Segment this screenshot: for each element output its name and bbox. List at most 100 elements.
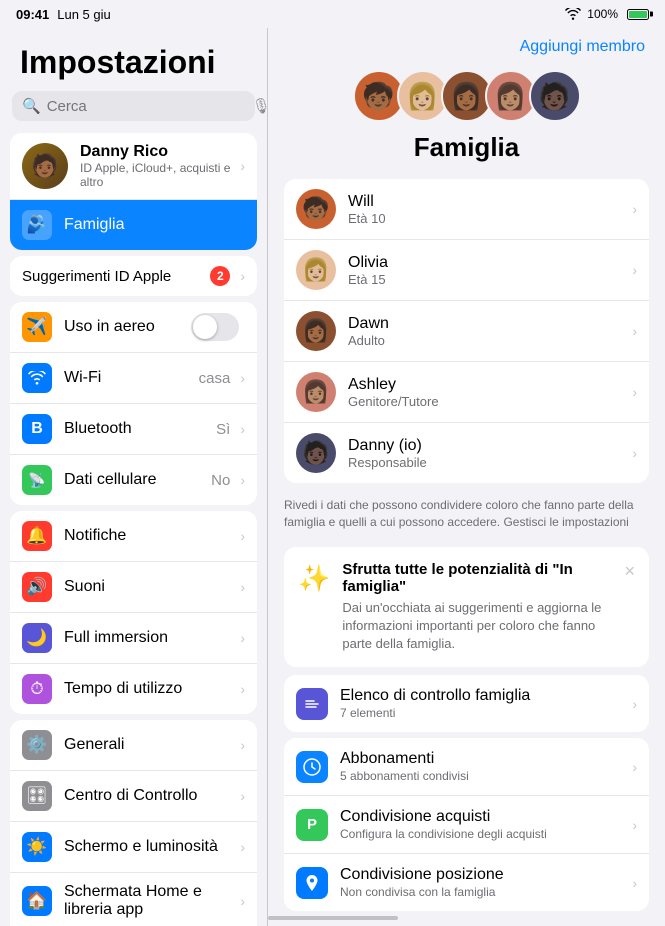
battery-icon xyxy=(627,9,649,20)
location-sharing-icon xyxy=(296,867,328,899)
bluetooth-item[interactable]: B Bluetooth Sì › xyxy=(10,404,257,455)
general-label: Generali xyxy=(64,736,236,754)
promo-card: ✨ Sfrutta tutte le potenzialità di "In f… xyxy=(284,547,649,668)
status-time: 09:41 xyxy=(16,7,49,22)
right-header: Aggiungi membro xyxy=(268,28,665,60)
display-icon: ☀️ xyxy=(22,832,52,862)
purchase-sharing-item[interactable]: P Condivisione acquisti Configura la con… xyxy=(284,796,649,854)
screentime-icon: ⏱ xyxy=(22,674,52,704)
sidebar-title: Impostazioni xyxy=(0,28,267,91)
avatar: 🧑🏾 xyxy=(22,143,68,189)
focus-label: Full immersion xyxy=(64,629,236,647)
suggestion-badge: 2 xyxy=(210,266,230,286)
checklist-item[interactable]: Elenco di controllo famiglia 7 elementi … xyxy=(284,675,649,732)
member-role-ashley: Genitore/Tutore xyxy=(348,394,628,409)
chevron-icon: › xyxy=(240,630,245,646)
profile-name: Danny Rico xyxy=(80,143,236,161)
display-item[interactable]: ☀️ Schermo e luminosità › xyxy=(10,822,257,873)
cellular-item[interactable]: 📡 Dati cellulare No › xyxy=(10,455,257,505)
mic-icon[interactable]: 🎙 xyxy=(252,97,268,115)
family-avatars: 🧒🏾 👩🏼 👩🏾 👩🏽 🧑🏿 xyxy=(268,60,665,128)
chevron-icon: › xyxy=(240,579,245,595)
airplane-label: Uso in aereo xyxy=(64,318,191,336)
promo-title: Sfrutta tutte le potenzialità di "In fam… xyxy=(342,561,612,595)
general-item[interactable]: ⚙️ Generali › xyxy=(10,720,257,771)
control-center-label: Centro di Controllo xyxy=(64,787,236,805)
purchase-sharing-icon: P xyxy=(296,809,328,841)
chevron-icon: › xyxy=(240,421,245,437)
home-screen-item[interactable]: 🏠 Schermata Home e libreria app › xyxy=(10,873,257,926)
members-section: 🧒🏾 Will Età 10 › 👩🏼 Olivia Età 15 › 👩🏾 xyxy=(284,179,649,483)
sharing-section: Abbonamenti 5 abbonamenti condivisi › P … xyxy=(284,738,649,911)
member-role-olivia: Età 15 xyxy=(348,272,628,287)
focus-item[interactable]: 🌙 Full immersion › xyxy=(10,613,257,664)
suggestion-label: Suggerimenti ID Apple xyxy=(22,268,210,285)
airplane-toggle[interactable] xyxy=(191,313,239,341)
avatar-danny: 🧑🏿 xyxy=(529,70,581,122)
subscriptions-icon xyxy=(296,751,328,783)
member-name-dawn: Dawn xyxy=(348,315,628,333)
connectivity-section: ✈️ Uso in aereo Wi-Fi casa › B Bluetooth… xyxy=(10,302,257,505)
notifications-item[interactable]: 🔔 Notifiche › xyxy=(10,511,257,562)
airplane-mode-item[interactable]: ✈️ Uso in aereo xyxy=(10,302,257,353)
chevron-icon: › xyxy=(240,528,245,544)
location-sharing-sub: Non condivisa con la famiglia xyxy=(340,885,628,899)
chevron-icon: › xyxy=(240,839,245,855)
wifi-item[interactable]: Wi-Fi casa › xyxy=(10,353,257,404)
member-will[interactable]: 🧒🏾 Will Età 10 › xyxy=(284,179,649,240)
purchase-sharing-sub: Configura la condivisione degli acquisti xyxy=(340,827,628,841)
search-bar[interactable]: 🔍 🎙 xyxy=(12,91,255,121)
member-name-olivia: Olivia xyxy=(348,254,628,272)
bluetooth-label: Bluetooth xyxy=(64,420,216,438)
sounds-item[interactable]: 🔊 Suoni › xyxy=(10,562,257,613)
member-danny[interactable]: 🧑🏿 Danny (io) Responsabile › xyxy=(284,423,649,483)
system-section: ⚙️ Generali › 🎛 Centro di Controllo › ☀️… xyxy=(10,720,257,926)
general-icon: ⚙️ xyxy=(22,730,52,760)
chevron-icon: › xyxy=(632,696,637,712)
member-dawn[interactable]: 👩🏾 Dawn Adulto › xyxy=(284,301,649,362)
chevron-icon: › xyxy=(240,268,245,284)
location-sharing-item[interactable]: Condivisione posizione Non condivisa con… xyxy=(284,854,649,911)
search-icon: 🔍 xyxy=(22,97,41,115)
suggestion-item[interactable]: Suggerimenti ID Apple 2 › xyxy=(10,256,257,296)
cellular-icon: 📡 xyxy=(22,465,52,495)
member-avatar-dawn: 👩🏾 xyxy=(296,311,336,351)
subscriptions-sub: 5 abbonamenti condivisi xyxy=(340,769,628,783)
profile-item[interactable]: 🧑🏾 Danny Rico ID Apple, iCloud+, acquist… xyxy=(10,133,257,200)
cellular-label: Dati cellulare xyxy=(64,471,211,489)
notifications-label: Notifiche xyxy=(64,527,236,545)
checklist-name: Elenco di controllo famiglia xyxy=(340,687,628,705)
member-olivia[interactable]: 👩🏼 Olivia Età 15 › xyxy=(284,240,649,301)
member-ashley[interactable]: 👩🏽 Ashley Genitore/Tutore › xyxy=(284,362,649,423)
chevron-icon: › xyxy=(240,472,245,488)
main-layout: Impostazioni 🔍 🎙 🧑🏾 Danny Rico ID Apple,… xyxy=(0,28,665,926)
family-item[interactable]: 🫂 Famiglia xyxy=(10,200,257,250)
control-center-icon: 🎛 xyxy=(22,781,52,811)
promo-close-button[interactable]: × xyxy=(624,561,635,582)
control-center-item[interactable]: 🎛 Centro di Controllo › xyxy=(10,771,257,822)
chevron-icon: › xyxy=(632,262,637,278)
member-avatar-olivia: 👩🏼 xyxy=(296,250,336,290)
home-screen-label: Schermata Home e libreria app xyxy=(64,883,202,918)
chevron-icon: › xyxy=(240,158,245,174)
profile-info: Danny Rico ID Apple, iCloud+, acquisti e… xyxy=(80,143,236,189)
subscriptions-item[interactable]: Abbonamenti 5 abbonamenti condivisi › xyxy=(284,738,649,796)
purchase-sharing-name: Condivisione acquisti xyxy=(340,808,628,826)
chevron-icon: › xyxy=(240,893,245,909)
chevron-icon: › xyxy=(632,759,637,775)
status-bar: 09:41 Lun 5 giu 100% xyxy=(0,0,665,28)
member-avatar-ashley: 👩🏽 xyxy=(296,372,336,412)
member-name-danny: Danny (io) xyxy=(348,437,628,455)
sounds-icon: 🔊 xyxy=(22,572,52,602)
screentime-item[interactable]: ⏱ Tempo di utilizzo › xyxy=(10,664,257,714)
family-info-text: Rivedi i dati che possono condividere co… xyxy=(268,489,665,539)
family-icon: 🫂 xyxy=(22,210,52,240)
promo-desc: Dai un'occhiata ai suggerimenti e aggior… xyxy=(342,599,612,654)
checklist-icon xyxy=(296,688,328,720)
screentime-label: Tempo di utilizzo xyxy=(64,680,236,698)
search-input[interactable] xyxy=(47,98,246,115)
chevron-icon: › xyxy=(632,384,637,400)
add-member-button[interactable]: Aggiungi membro xyxy=(520,38,645,56)
cellular-value: No xyxy=(211,472,230,489)
bluetooth-icon: B xyxy=(22,414,52,444)
